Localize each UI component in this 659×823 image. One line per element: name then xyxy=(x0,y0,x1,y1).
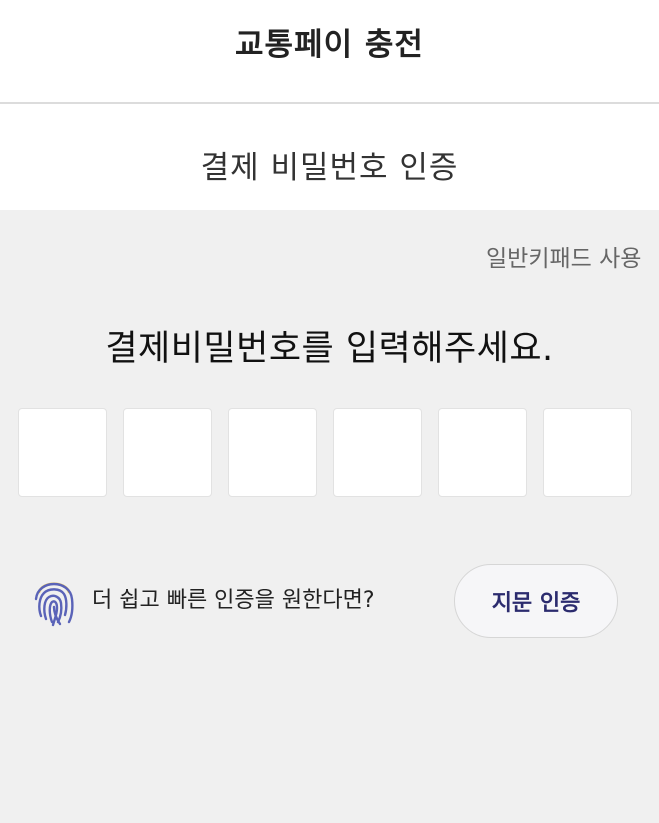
section-title: 결제 비밀번호 인증 xyxy=(200,149,459,186)
pin-digit-box[interactable] xyxy=(438,408,527,497)
app-header: 교통페이 충전 xyxy=(0,0,659,102)
pin-input-row[interactable] xyxy=(18,408,632,497)
pin-digit-box[interactable] xyxy=(543,408,632,497)
pin-digit-box[interactable] xyxy=(228,408,317,497)
pin-digit-box[interactable] xyxy=(123,408,212,497)
fingerprint-auth-button[interactable]: 지문 인증 xyxy=(454,564,618,638)
biometric-auth-row: 더 쉽고 빠른 인증을 원한다면? 지문 인증 xyxy=(32,564,632,640)
password-prompt: 결제비밀번호를 입력해주세요. xyxy=(105,329,554,369)
pin-digit-box[interactable] xyxy=(18,408,107,497)
page-title: 교통페이 충전 xyxy=(235,26,424,63)
sub-header: 결제 비밀번호 인증 xyxy=(0,104,659,210)
normal-keypad-toggle-link[interactable]: 일반키패드 사용 xyxy=(486,242,659,276)
fingerprint-icon xyxy=(34,582,74,627)
pin-digit-box[interactable] xyxy=(333,408,422,497)
biometric-promo-text: 더 쉽고 빠른 인증을 원한다면? xyxy=(92,588,375,613)
